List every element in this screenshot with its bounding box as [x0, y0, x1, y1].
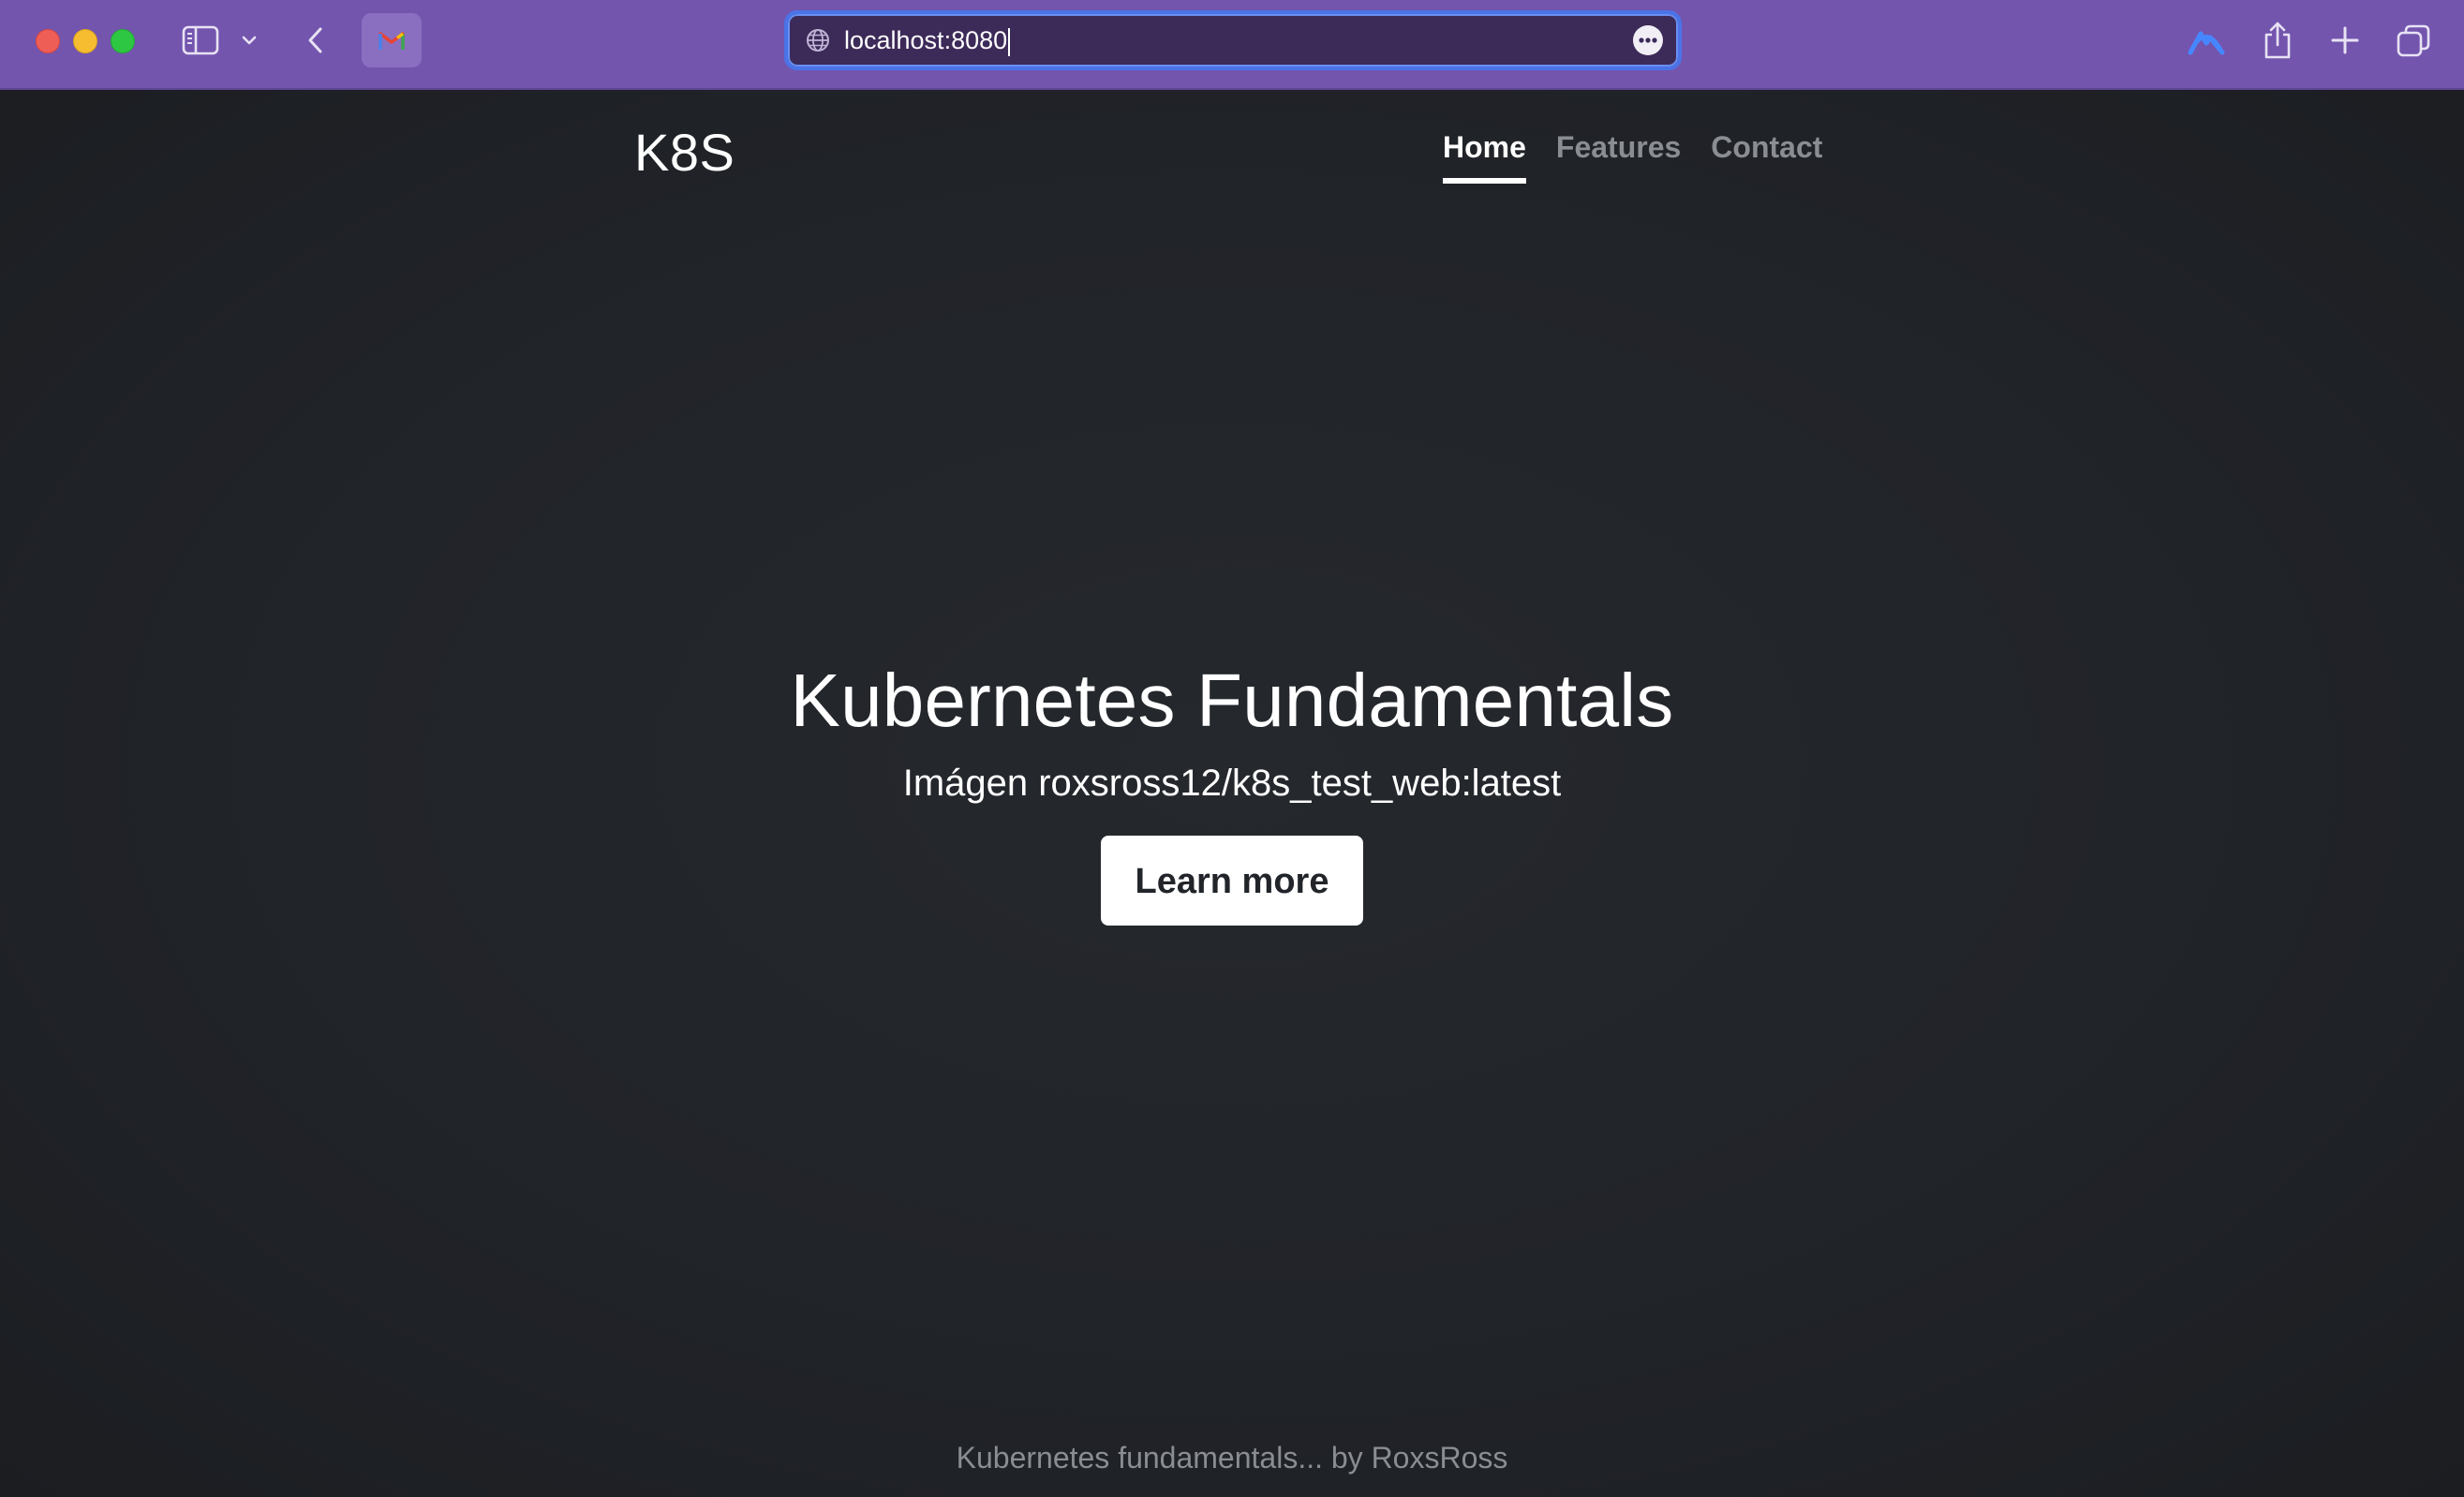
sidebar-icon[interactable] — [180, 24, 221, 56]
chevron-left-icon[interactable] — [300, 22, 332, 58]
page-content: K8S Home Features Contact Kubernetes Fun… — [0, 90, 2464, 1497]
browser-toolbar: localhost:8080 — [0, 0, 2464, 90]
zoom-window-button[interactable] — [111, 29, 135, 53]
nav-home[interactable]: Home — [1443, 127, 1526, 184]
page-footer: Kubernetes fundamentals... by RoxsRoss — [956, 1441, 1508, 1475]
hero-subtitle: Imágen roxsross12/k8s_test_web:latest — [902, 763, 1562, 804]
plus-icon[interactable] — [2327, 22, 2363, 58]
url-text: localhost:8080 — [844, 26, 1008, 54]
tab-overview-icon[interactable] — [2395, 22, 2432, 60]
chevron-down-icon[interactable] — [238, 28, 260, 52]
share-icon[interactable] — [2258, 19, 2297, 62]
main-nav: Home Features Contact — [1443, 127, 1822, 184]
globe-icon — [805, 27, 831, 53]
address-bar[interactable]: localhost:8080 — [784, 10, 1682, 70]
text-caret — [1008, 27, 1011, 56]
gmail-icon[interactable] — [362, 13, 422, 67]
nordvpn-icon[interactable] — [2187, 24, 2226, 58]
ellipsis-icon[interactable] — [1633, 25, 1663, 55]
nav-contact[interactable]: Contact — [1711, 127, 1822, 184]
nav-features[interactable]: Features — [1556, 127, 1681, 184]
close-window-button[interactable] — [36, 29, 60, 53]
site-brand[interactable]: K8S — [634, 120, 735, 185]
hero-section: Kubernetes Fundamentals Imágen roxsross1… — [0, 652, 2464, 926]
learn-more-button[interactable]: Learn more — [1101, 836, 1363, 926]
minimize-window-button[interactable] — [73, 29, 97, 53]
url-field[interactable]: localhost:8080 — [844, 25, 1011, 56]
hero-title: Kubernetes Fundamentals — [790, 659, 1674, 742]
